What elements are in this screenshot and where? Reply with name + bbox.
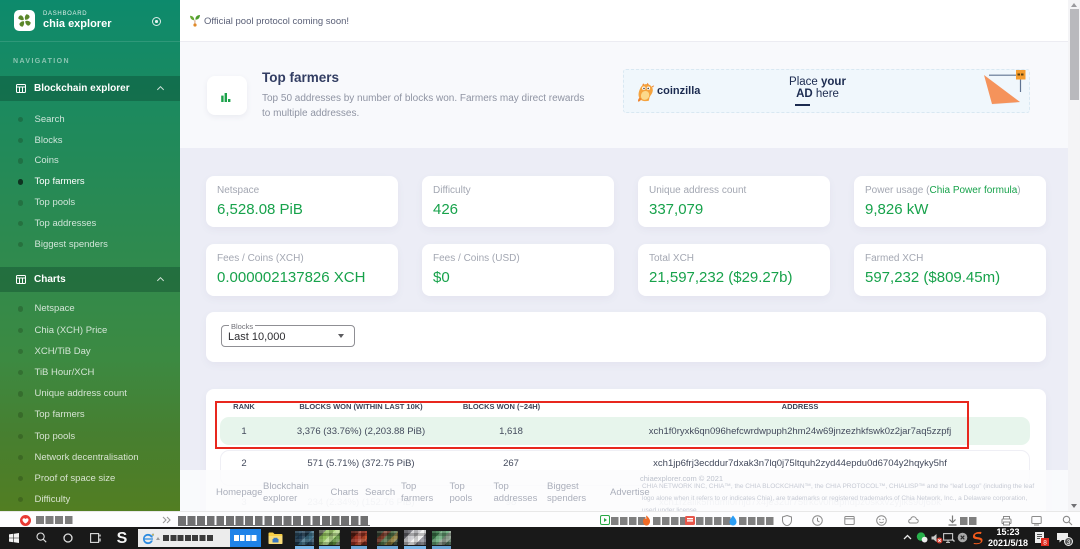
svg-text:3: 3 [1067,539,1071,546]
svg-text:8: 8 [1043,540,1047,547]
